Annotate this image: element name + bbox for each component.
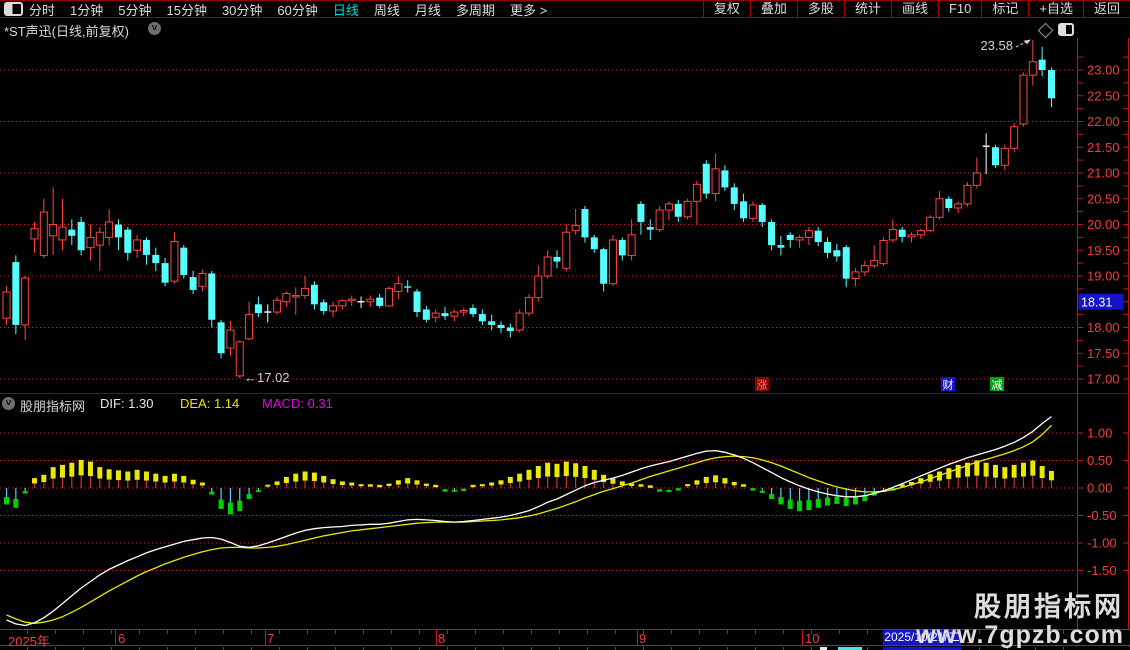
macd-value: MACD: 0.31 (262, 396, 333, 411)
indicator-header: ˅ 股朋指标网 DIF: 1.30 DEA: 1.14 MACD: 0.31 (0, 396, 1130, 414)
chevron-down-icon[interactable]: ˅ (2, 397, 15, 410)
menu-item-timeframe[interactable]: 月线 (415, 0, 441, 19)
svg-text:-1.50: -1.50 (1087, 563, 1117, 578)
menu-item-timeframe[interactable]: 15分钟 (166, 0, 206, 19)
watermark-site-name: 股朋指标网 (974, 592, 1124, 623)
svg-text:20.00: 20.00 (1087, 217, 1120, 232)
timeframe-menu: 分时 1分钟 5分钟 15分钟 30分钟 60分钟 日线 周线 月线 多周期 更多 > (29, 0, 547, 19)
month-separator (265, 630, 266, 645)
indicator-source: 股朋指标网 (20, 399, 86, 414)
dif-value: DIF: 1.30 (100, 396, 154, 411)
menu-item-tool[interactable]: 多股 (796, 1, 844, 17)
svg-text:0.50: 0.50 (1087, 453, 1112, 468)
time-axis-label: 6 (118, 631, 126, 646)
month-separator (637, 630, 638, 645)
svg-text:22.00: 22.00 (1087, 114, 1120, 129)
svg-text:-0.50: -0.50 (1087, 508, 1117, 523)
menu-item-tool[interactable]: 返回 (1082, 1, 1130, 17)
split-square-icon[interactable] (1058, 23, 1074, 36)
watermark-url: www.7gpzb.com (916, 620, 1124, 649)
svg-text:←17.02: ←17.02 (244, 370, 290, 385)
svg-text:18.00: 18.00 (1087, 320, 1120, 335)
menu-item-timeframe[interactable]: 5分钟 (118, 0, 151, 19)
month-separator (802, 630, 803, 645)
svg-text:23.58: 23.58 (980, 38, 1013, 53)
svg-text:1.00: 1.00 (1087, 426, 1112, 441)
watermark: 股朋指标网 www.7gpzb.com (916, 593, 1124, 648)
candlestick-chart[interactable]: 23.00 22.50 22.00 21.50 21.00 20.50 20.00 19.50… (0, 38, 1130, 393)
menu-item-timeframe[interactable]: 多周期 (456, 0, 495, 19)
svg-text:20.50: 20.50 (1087, 191, 1120, 206)
menu-item-tool[interactable]: F10 (937, 1, 981, 17)
svg-text:18.31: 18.31 (1081, 295, 1112, 309)
svg-text:17.50: 17.50 (1087, 346, 1120, 361)
menu-item-tool[interactable]: 画线 (890, 1, 938, 17)
svg-text:减: 减 (992, 379, 1003, 392)
menu-item-tool[interactable]: 叠加 (749, 1, 797, 17)
svg-text:23.00: 23.00 (1087, 63, 1120, 78)
chevron-down-icon[interactable]: ˅ (148, 22, 161, 35)
time-axis-label: 8 (438, 631, 446, 646)
menu-item-timeframe[interactable]: 更多 > (510, 0, 547, 19)
time-axis-label: 9 (639, 631, 647, 646)
svg-text:17.00: 17.00 (1087, 372, 1120, 387)
title-row: *ST声迅(日线,前复权) ˅ (0, 19, 1130, 39)
page-title: *ST声迅(日线,前复权) (4, 24, 129, 39)
menu-item-timeframe[interactable]: 周线 (374, 0, 400, 19)
time-axis-label: 7 (267, 631, 275, 646)
menu-bar: 分时 1分钟 5分钟 15分钟 30分钟 60分钟 日线 周线 月线 多周期 更多 > 复权 叠加 多股… (0, 0, 1130, 18)
menu-item-timeframe[interactable]: 1分钟 (70, 0, 103, 19)
svg-text:涨: 涨 (757, 379, 768, 392)
menu-item-tool[interactable]: 标记 (981, 1, 1028, 17)
app-window: 分时 1分钟 5分钟 15分钟 30分钟 60分钟 日线 周线 月线 多周期 更多 > 复权 叠加 多股… (0, 0, 1130, 650)
svg-text:19.50: 19.50 (1087, 243, 1120, 258)
menu-item-tool[interactable]: +自选 (1028, 1, 1083, 17)
svg-text:-1.00: -1.00 (1087, 536, 1117, 551)
menu-item-timeframe[interactable]: 30分钟 (222, 0, 262, 19)
menu-item-tool[interactable]: 复权 (702, 1, 750, 17)
menu-item-timeframe[interactable]: 60分钟 (277, 0, 317, 19)
svg-text:19.00: 19.00 (1087, 269, 1120, 284)
month-separator (436, 630, 437, 645)
svg-text:0.00: 0.00 (1087, 481, 1112, 496)
svg-text:21.50: 21.50 (1087, 140, 1120, 155)
month-separator (115, 630, 116, 645)
panel-separator (0, 393, 1130, 394)
svg-text:财: 财 (943, 378, 954, 392)
time-axis-label: 10 (805, 631, 820, 646)
diamond-icon[interactable] (1037, 22, 1054, 39)
menu-item-timeframe[interactable]: 日线 (333, 0, 359, 19)
menu-item-timeframe[interactable]: 分时 (29, 0, 55, 19)
window-split-icon[interactable] (4, 2, 23, 16)
dea-value: DEA: 1.14 (180, 396, 240, 411)
svg-text:22.50: 22.50 (1087, 88, 1120, 103)
svg-text:21.00: 21.00 (1087, 166, 1120, 181)
menu-item-tool[interactable]: 统计 (843, 1, 891, 17)
tools-menu: 复权 叠加 多股 统计 画线 F10 标记 +自选 返回 (702, 1, 1130, 17)
